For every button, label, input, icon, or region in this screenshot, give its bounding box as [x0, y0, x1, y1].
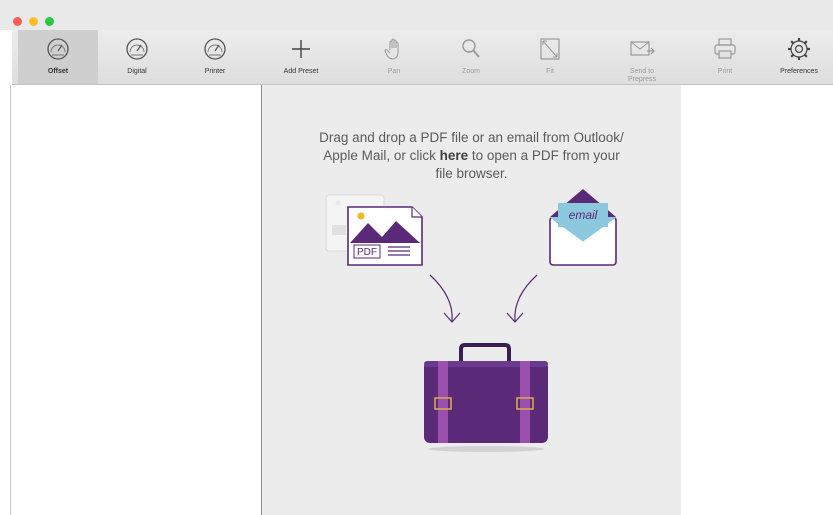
digital-tool-label: Digital: [127, 68, 147, 75]
printer-preset-button[interactable]: Printer: [175, 30, 255, 84]
offset-tool-label: Offset: [47, 68, 69, 75]
fit-tool-label: Fit: [546, 68, 554, 75]
preferences-button[interactable]: Preferences: [759, 30, 833, 84]
print-button[interactable]: Print: [685, 30, 765, 84]
add-preset-button[interactable]: Add Preset: [261, 30, 341, 84]
close-window-button[interactable]: [13, 17, 22, 26]
right-panel: [681, 85, 833, 515]
send-envelope-icon: [630, 41, 655, 56]
printer-icon: [714, 38, 736, 59]
zoom-tool-button[interactable]: Zoom: [431, 30, 511, 84]
printer-preset-label: Printer: [204, 68, 226, 75]
zoom-window-button[interactable]: [45, 17, 54, 26]
plus-icon: [292, 40, 310, 58]
pan-tool-label: Pan: [387, 68, 401, 75]
briefcase-illustration: [424, 343, 548, 452]
gauge-icon: [47, 38, 69, 60]
arrow-down-icon: [506, 274, 538, 323]
pdf-badge-text: PDF: [357, 247, 377, 258]
print-label: Print: [717, 68, 733, 75]
gauge-icon: [204, 38, 226, 60]
drop-illustration: PDF email: [325, 189, 617, 452]
drop-zone[interactable]: Drag and drop a PDF file or an email fro…: [261, 85, 682, 515]
pan-tool-button[interactable]: Pan: [354, 30, 434, 84]
send-to-prepress-label-line1: Send to: [629, 68, 655, 75]
preferences-label: Preferences: [780, 68, 818, 75]
minimize-window-button[interactable]: [29, 17, 38, 26]
offset-tool-button[interactable]: Offset: [18, 30, 98, 84]
send-to-prepress-label-line2: Prepress: [627, 76, 656, 83]
fit-icon: [540, 38, 560, 60]
hand-icon: [384, 38, 399, 60]
fit-tool-button[interactable]: Fit: [510, 30, 590, 84]
digital-tool-button[interactable]: Digital: [97, 30, 177, 84]
arrow-down-icon: [429, 274, 461, 323]
send-to-prepress-label: Send to Prepress: [602, 68, 682, 84]
email-envelope-illustration: [549, 189, 617, 266]
left-sidebar-panel: [10, 85, 261, 515]
title-bar: [0, 0, 833, 30]
zoom-tool-label: Zoom: [462, 68, 480, 75]
email-badge-text: email: [569, 208, 598, 222]
magnifier-icon: [462, 39, 480, 58]
gear-icon: [788, 38, 810, 60]
add-preset-label: Add Preset: [283, 68, 319, 75]
toolbar: Offset Digital Printer Add Preset Pan Zo…: [12, 30, 833, 85]
send-to-prepress-button[interactable]: Send to Prepress: [602, 30, 682, 84]
gauge-icon: [126, 38, 148, 60]
